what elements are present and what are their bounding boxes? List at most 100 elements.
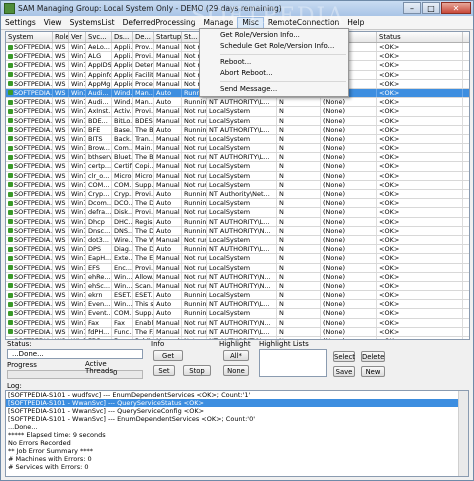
close-button[interactable]: ✕ xyxy=(441,2,471,14)
column-header[interactable]: De... xyxy=(133,32,154,42)
new-button[interactable]: New xyxy=(361,366,385,377)
table-row[interactable]: SOFTPEDIA...WSWin7Brow...Com...Main...Ma… xyxy=(6,144,469,154)
delete-button[interactable]: Delete xyxy=(361,351,385,362)
table-row[interactable]: SOFTPEDIA...WSWin7DhcpDHC...Regis...Auto… xyxy=(6,217,469,227)
table-cell: WS xyxy=(53,300,69,309)
table-cell: BITS xyxy=(86,134,112,144)
table-row[interactable]: SOFTPEDIA...WSWin7fdPH...Func...The F...… xyxy=(6,327,469,337)
table-cell: Provi... xyxy=(135,52,154,61)
table-cell: BDES... xyxy=(135,116,154,125)
log-scrollbar[interactable] xyxy=(458,391,468,476)
column-header[interactable]: Ds... xyxy=(112,32,133,42)
table-cell: <OK> xyxy=(377,327,463,336)
table-cell: The D... xyxy=(135,199,154,208)
table-row[interactable]: SOFTPEDIA...WSWin7Cryp...Cryp...Provi...… xyxy=(6,190,469,200)
table-row[interactable]: SOFTPEDIA...WSWin7Audi...Wind...Man...Au… xyxy=(6,98,469,108)
table-cell: NT AUTHORITY\L... xyxy=(207,327,277,336)
table-cell: SOFTPEDIA... xyxy=(6,125,53,134)
table-row[interactable]: SOFTPEDIA...WSWin7Dcom...DCO...The D...A… xyxy=(6,199,469,209)
table-cell: LocalSystem xyxy=(207,116,277,125)
table-row[interactable]: SOFTPEDIA...WSWin7EFSEnc...Provi...Manua… xyxy=(6,263,469,273)
table-row[interactable]: SOFTPEDIA...WSWin7BFEBase...The B...Auto… xyxy=(6,125,469,135)
table-cell: The W... xyxy=(133,235,154,245)
table-row[interactable]: SOFTPEDIA...WSWin7bthservBluet...The B..… xyxy=(6,153,469,163)
system-name: SOFTPEDIA... xyxy=(14,226,53,235)
table-row[interactable]: SOFTPEDIA...WSWin7clr_o...Micro...Micro.… xyxy=(6,171,469,181)
table-cell: WS xyxy=(53,226,69,235)
minimize-button[interactable]: – xyxy=(403,2,421,14)
table-cell: (None) xyxy=(321,272,377,281)
system-name: SOFTPEDIA... xyxy=(14,107,53,116)
table-cell: COM... xyxy=(86,180,112,189)
misc-menu-item[interactable]: Get Role/Version Info... xyxy=(200,30,348,41)
system-name: SOFTPEDIA... xyxy=(14,52,53,61)
table-row[interactable]: SOFTPEDIA...WSWin7Dnsc...DNS...The D...A… xyxy=(6,226,469,236)
system-name: SOFTPEDIA... xyxy=(14,98,53,107)
table-cell: Fax xyxy=(112,318,133,327)
misc-menu-item[interactable]: Send Message... xyxy=(200,84,348,95)
table-row[interactable]: SOFTPEDIA...WSWin7ehSc...Win...Scan...Ma… xyxy=(6,281,469,292)
highlight-all-button[interactable]: All* xyxy=(223,350,249,361)
table-row[interactable]: SOFTPEDIA...WSWin7COM...COM...Supp...Man… xyxy=(6,180,469,190)
stop-button[interactable]: Stop xyxy=(183,365,211,376)
table-cell: Win7 xyxy=(71,61,86,70)
table-cell: <OK> xyxy=(377,98,463,107)
table-cell: bthserv xyxy=(88,153,112,162)
table-cell: Manual xyxy=(154,254,182,263)
table-cell: (None) xyxy=(321,327,377,336)
column-header[interactable]: Role xyxy=(53,32,69,42)
column-header[interactable]: Svc... xyxy=(86,32,112,42)
table-cell: SOFTPEDIA... xyxy=(6,281,53,291)
table-cell: SOFTPEDIA... xyxy=(6,327,53,336)
table-row[interactable]: SOFTPEDIA...WSWin7DPSDiag...The D...Auto… xyxy=(6,245,469,255)
table-cell: Running xyxy=(184,217,207,226)
progress-label: Progress xyxy=(7,361,37,369)
menu-settings[interactable]: Settings xyxy=(1,17,40,29)
set-button[interactable]: Set xyxy=(153,365,175,376)
table-cell: ALG xyxy=(86,52,112,61)
column-header[interactable]: System xyxy=(6,32,53,42)
select-button[interactable]: Select xyxy=(333,351,355,362)
table-row[interactable]: SOFTPEDIA...WSWin7defra...Disk...Provi..… xyxy=(6,208,469,218)
table-cell: Not runni... xyxy=(182,153,207,162)
table-cell: LocalSystem xyxy=(207,134,277,144)
save-button[interactable]: Save xyxy=(333,366,355,377)
table-cell: WS xyxy=(53,116,69,125)
misc-menu-item[interactable]: Abort Reboot... xyxy=(200,68,348,79)
table-row[interactable]: SOFTPEDIA...WSWin7certp...Certif...Copi.… xyxy=(6,162,469,172)
table-row[interactable]: SOFTPEDIA...WSWin7BDE...BitLo...BDES...M… xyxy=(6,116,469,126)
table-row[interactable]: SOFTPEDIA...WSWin7BITSBack...Tran...Manu… xyxy=(6,134,469,145)
menu-systemslist[interactable]: SystemsList xyxy=(66,17,119,29)
log-box[interactable]: [SOFTPEDIA-S101 - wudfsvc] --- EnumDepen… xyxy=(5,390,469,477)
column-header[interactable]: Startup xyxy=(154,32,182,42)
table-row[interactable]: SOFTPEDIA...WSWin7Event...COM...Supp...A… xyxy=(6,309,469,319)
get-button[interactable]: Get xyxy=(153,350,183,361)
maximize-button[interactable]: □ xyxy=(422,2,440,14)
table-cell: WS xyxy=(53,281,69,291)
table-cell: Running xyxy=(184,245,207,254)
table-cell: Provi... xyxy=(135,263,154,272)
table-row[interactable]: SOFTPEDIA...WSWin7FaxFaxEnabl...ManualNo… xyxy=(6,318,469,328)
table-row[interactable]: SOFTPEDIA...WSWin7ekrnESET...ESET...Auto… xyxy=(6,291,469,301)
table-cell: Manual xyxy=(154,318,182,327)
table-row[interactable]: SOFTPEDIA...WSWin7AxInst...Activ...Provi… xyxy=(6,107,469,117)
column-header[interactable]: Ver xyxy=(69,32,86,42)
misc-menu-item[interactable]: Schedule Get Role/Version Info... xyxy=(200,41,348,52)
table-cell: <OK> xyxy=(377,300,463,309)
table-cell: SOFTPEDIA... xyxy=(6,162,53,171)
menu-view[interactable]: View xyxy=(40,17,66,29)
table-cell: <OK> xyxy=(377,208,463,217)
log-line: [SOFTPEDIA-S101 - WwanSvc] --- QueryServ… xyxy=(8,407,205,415)
misc-menu-item[interactable]: Reboot... xyxy=(200,57,348,68)
table-row[interactable]: SOFTPEDIA...WSWin7ehRe...Win...Allow...M… xyxy=(6,272,469,282)
table-cell: Man... xyxy=(135,88,154,98)
highlight-lists-box[interactable] xyxy=(259,349,327,377)
table-cell: WS xyxy=(53,254,69,263)
table-row[interactable]: SOFTPEDIA...WSWin7EapH...Exte...The E...… xyxy=(6,254,469,264)
table-row[interactable]: SOFTPEDIA...WSWin7dot3...Wire...The W...… xyxy=(6,235,469,246)
highlight-none-button[interactable]: None xyxy=(223,365,249,376)
column-header[interactable]: Status xyxy=(377,32,463,42)
menu-help[interactable]: Help xyxy=(343,17,368,29)
table-row[interactable]: SOFTPEDIA...WSWin7Even...Win...This s...… xyxy=(6,300,469,310)
menu-deferredprocessing[interactable]: DeferredProcessing xyxy=(119,17,200,29)
